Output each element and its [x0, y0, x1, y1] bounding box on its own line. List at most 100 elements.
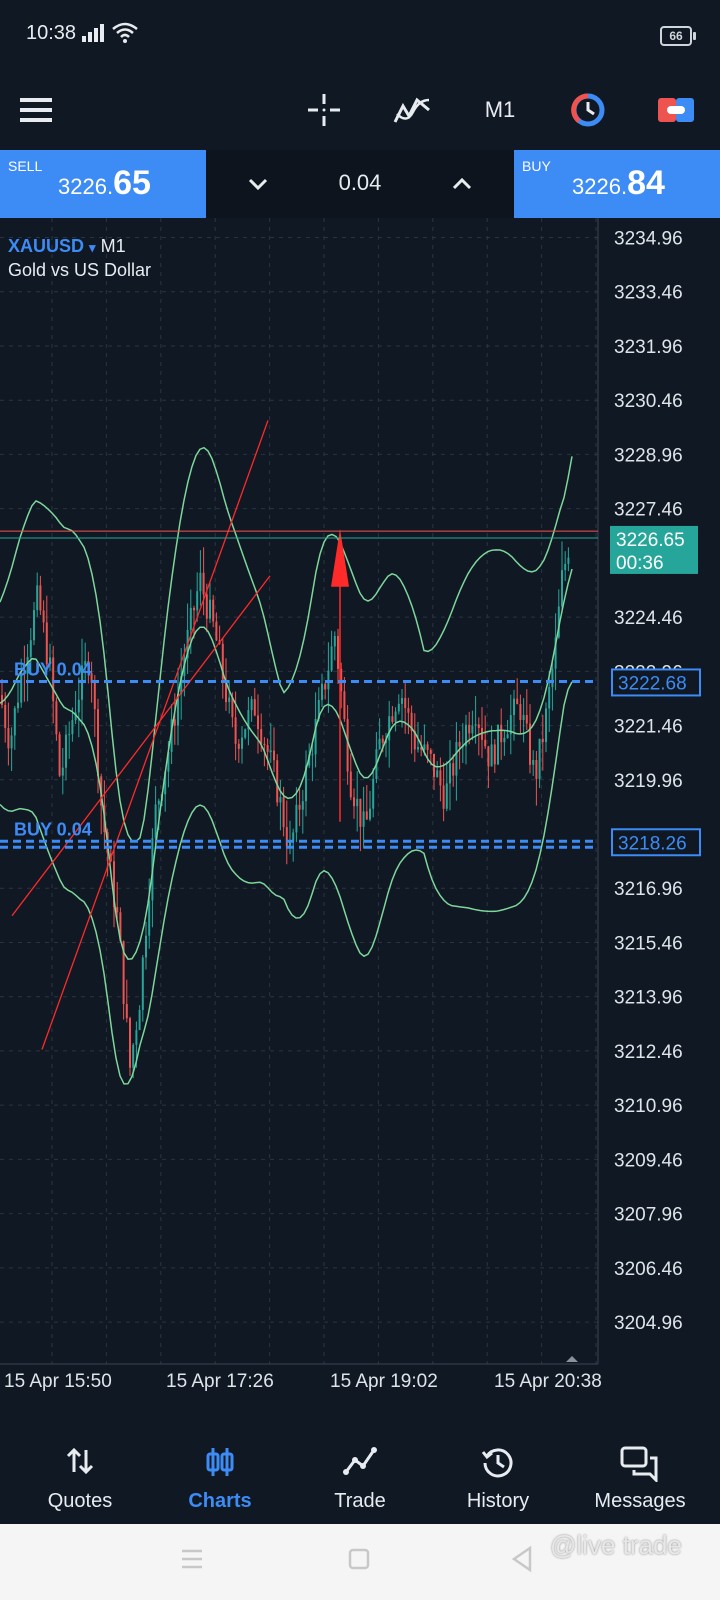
candle-body — [125, 1004, 128, 1019]
nav-history-label: History — [466, 1490, 530, 1512]
candle-body — [135, 1030, 138, 1045]
price-axis-label: 3216.96 — [614, 879, 683, 900]
nav-messages-label: Messages — [594, 1490, 686, 1512]
bollinger-bands — [0, 446, 573, 1085]
price-axis-label: 3215.46 — [614, 933, 683, 954]
candle-body — [77, 699, 80, 713]
price-chart[interactable]: 3234.96 3233.46 3231.96 3230.46 3228.96 3227.… — [0, 218, 720, 1418]
candle-body — [279, 797, 282, 803]
candle-body — [493, 744, 496, 765]
price-axis-label: 3206.46 — [614, 1259, 683, 1280]
chart-canvas[interactable]: 3234.96 3233.46 3231.96 3230.46 3228.96 3227.… — [0, 218, 720, 1418]
candle-body — [196, 591, 199, 611]
price-axis-label: 3228.96 — [614, 445, 683, 466]
candle-body — [285, 827, 288, 847]
battery-icon: 66 — [660, 26, 696, 46]
candle-body — [7, 727, 10, 749]
order-price-label: 3218.26 — [618, 833, 687, 854]
chevron-up-icon[interactable] — [448, 170, 476, 198]
symbol-selector[interactable]: XAUUSD ▾ M1 — [8, 236, 126, 257]
charts-icon — [206, 1448, 234, 1476]
nav-history[interactable]: History — [428, 1416, 568, 1524]
wifi-icon — [112, 22, 138, 43]
candle-body — [487, 746, 490, 767]
candle-body — [324, 683, 327, 690]
nav-charts[interactable]: Charts — [150, 1416, 290, 1524]
nav-quotes[interactable]: Quotes — [10, 1416, 150, 1524]
nav-messages[interactable]: Messages — [570, 1416, 710, 1524]
band-middle-line — [0, 568, 573, 960]
status-time: 10:38 — [26, 22, 77, 44]
candle-body — [500, 724, 503, 743]
candle-body — [535, 760, 538, 779]
candle-body — [327, 670, 330, 690]
candle-body — [503, 737, 506, 743]
candle-body — [209, 599, 211, 619]
symbol-name: XAUUSD — [8, 236, 85, 256]
candle-body — [423, 744, 426, 750]
candle-body — [436, 770, 439, 777]
one-click-trading-button[interactable] — [566, 88, 610, 132]
candle-body — [362, 811, 365, 827]
symbol-timeframe: M1 — [100, 236, 126, 256]
candle-body — [449, 763, 451, 784]
candle-body — [263, 743, 266, 746]
candle-body — [189, 607, 192, 630]
candle-body — [477, 724, 480, 728]
candle-body — [93, 682, 96, 710]
sell-button[interactable]: SELL 3226.65 — [0, 150, 206, 218]
candle-body — [445, 783, 448, 809]
candle-body — [490, 744, 493, 767]
candle-body — [522, 714, 525, 721]
candle-body — [141, 957, 144, 1010]
candle-body — [365, 811, 368, 820]
candle-body — [29, 640, 32, 657]
candle-body — [36, 585, 39, 611]
order-icon — [658, 98, 694, 122]
timeframe-button[interactable]: M1 — [478, 88, 522, 132]
candle-body — [244, 729, 247, 738]
candle-body — [381, 738, 384, 743]
candle-body — [333, 635, 336, 647]
candle-body — [4, 704, 7, 728]
chart-grid — [0, 218, 598, 1364]
candle-body — [241, 737, 243, 749]
lot-size-field[interactable]: 0.04 — [300, 170, 420, 196]
candle-body — [212, 599, 215, 622]
hamburger-icon — [20, 98, 52, 122]
buy-button[interactable]: BUY 3226.84 — [514, 150, 720, 218]
candle-body — [349, 771, 352, 798]
indicators-button[interactable] — [390, 88, 434, 132]
candle-body — [193, 607, 195, 611]
nav-trade-label: Trade — [334, 1490, 386, 1512]
candle-body — [545, 708, 547, 743]
home-icon[interactable] — [348, 1548, 370, 1570]
recent-apps-icon[interactable] — [180, 1548, 204, 1570]
candle-body — [298, 804, 301, 810]
buy-price: 3226.84 — [572, 164, 665, 202]
trendline-upper — [41, 420, 269, 1050]
menu-button[interactable] — [16, 88, 56, 132]
one-click-trade-panel: SELL 3226.65 0.04 BUY 3226.84 — [0, 150, 720, 218]
candle-body — [541, 738, 544, 743]
candle-body — [234, 717, 237, 744]
crosshair-button[interactable] — [302, 88, 346, 132]
candle-body — [237, 743, 240, 749]
candle-body — [58, 734, 61, 776]
candle-body — [148, 900, 151, 936]
candle-body — [154, 804, 157, 839]
candle-body — [346, 719, 349, 772]
candle-body — [282, 797, 285, 828]
sell-price: 3226.65 — [58, 164, 151, 202]
candle-body — [548, 687, 551, 709]
candle-body — [17, 702, 19, 709]
back-icon[interactable] — [510, 1546, 534, 1572]
new-order-button[interactable] — [654, 88, 698, 132]
signal-icon — [82, 24, 104, 42]
symbol-caret-icon: ▾ — [89, 240, 96, 255]
candle-body — [471, 725, 474, 734]
nav-trade[interactable]: Trade — [290, 1416, 430, 1524]
candle-body — [404, 698, 407, 709]
chevron-down-icon[interactable] — [244, 170, 272, 198]
clock-icon — [571, 93, 605, 127]
